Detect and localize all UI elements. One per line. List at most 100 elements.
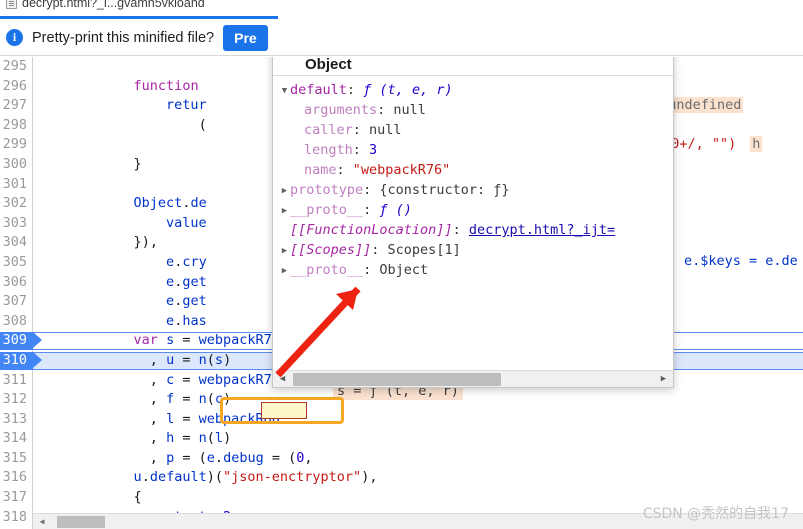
property-key: length xyxy=(304,142,353,158)
line-number[interactable]: 307 xyxy=(0,292,31,312)
line-text: , h = n(l) xyxy=(149,430,232,447)
line-number[interactable]: 310 xyxy=(0,351,31,371)
property-separator: : xyxy=(377,102,394,118)
property-separator: : xyxy=(452,222,469,238)
property-value: 3 xyxy=(369,142,378,158)
line-number[interactable]: 296 xyxy=(0,77,31,97)
property-key: [[Scopes]] xyxy=(290,242,372,258)
pretty-print-message: Pretty-print this minified file? xyxy=(32,29,215,46)
code-line[interactable]: 316 u.default)("json-enctryptor"), xyxy=(0,468,803,488)
line-number[interactable]: 298 xyxy=(0,116,31,136)
property-value: ƒ (t, e, r) xyxy=(363,82,453,98)
code-line[interactable]: 314 , h = n(l) xyxy=(0,429,803,449)
property-key: __proto__ xyxy=(290,262,364,278)
popover-properties[interactable]: default: ƒ (t, e, r)arguments: nullcalle… xyxy=(273,76,673,280)
line-number[interactable]: 314 xyxy=(0,429,31,449)
line-number[interactable]: 309 xyxy=(0,331,31,351)
line-number[interactable]: 315 xyxy=(0,449,31,469)
property-value: {constructor: ƒ} xyxy=(379,182,510,198)
line-number[interactable]: 303 xyxy=(0,214,31,234)
editor-scrollbar-thumb[interactable] xyxy=(57,516,105,528)
chevron-down-icon[interactable] xyxy=(279,81,290,101)
line-text: e.get xyxy=(166,293,207,310)
line-number[interactable]: 313 xyxy=(0,410,31,430)
scrollbar-thumb[interactable] xyxy=(293,373,501,386)
property-value: Scopes[1] xyxy=(387,242,461,258)
line-text: e.has xyxy=(166,312,207,329)
line-number[interactable]: 318 xyxy=(0,508,31,528)
line-text: function xyxy=(133,77,199,94)
line-number[interactable]: 306 xyxy=(0,273,31,293)
line-number[interactable]: 305 xyxy=(0,253,31,273)
info-icon: i xyxy=(6,29,23,46)
line-text: { xyxy=(133,489,142,506)
chevron-right-icon[interactable] xyxy=(279,261,290,281)
page-icon xyxy=(6,0,17,9)
property-separator: : xyxy=(371,242,388,258)
property-key: caller xyxy=(304,122,353,138)
property-value[interactable]: decrypt.html?_ijt= xyxy=(469,222,615,238)
code-line[interactable]: 313 , l = webpackR80 xyxy=(0,410,803,430)
watermark: CSDN @秃然的自我17 xyxy=(642,506,789,522)
tab-strip: decrypt.html?_i...gvamh5vkloand xyxy=(0,0,803,20)
property-separator: : xyxy=(352,142,370,158)
inspector-property-row[interactable]: default: ƒ (t, e, r) xyxy=(279,80,673,100)
scroll-left-arrow-icon[interactable]: ◀ xyxy=(274,371,291,387)
inspector-property-row[interactable]: caller: null xyxy=(279,120,673,140)
pretty-print-button[interactable]: Pre xyxy=(223,24,268,51)
browser-tab[interactable]: decrypt.html?_i...gvamh5vkloand xyxy=(0,0,213,13)
line-number[interactable]: 316 xyxy=(0,468,31,488)
inspector-property-row[interactable]: [[FunctionLocation]]: decrypt.html?_ijt= xyxy=(279,220,673,240)
editor-scroll-left-arrow-icon[interactable]: ◀ xyxy=(35,514,49,529)
line-number[interactable]: 302 xyxy=(0,194,31,214)
chevron-right-icon[interactable] xyxy=(279,241,290,261)
line-number[interactable]: 311 xyxy=(0,371,31,391)
property-key: arguments xyxy=(304,102,378,118)
line-number[interactable]: 317 xyxy=(0,488,31,508)
line-text: var s = webpackR78 xyxy=(133,332,280,349)
line-text: }), xyxy=(133,234,158,251)
line-text: e.get xyxy=(166,273,207,290)
popover-horizontal-scrollbar[interactable]: ◀ ▶ xyxy=(273,370,673,387)
line-text: retur xyxy=(166,97,207,114)
code-line[interactable]: 315 , p = (e.debug = (0, xyxy=(0,449,803,469)
scroll-right-arrow-icon[interactable]: ▶ xyxy=(655,371,672,387)
line-text: , c = webpackR79 xyxy=(149,371,280,388)
line-number[interactable]: 308 xyxy=(0,312,31,332)
property-value: Object xyxy=(379,262,429,278)
property-separator: : xyxy=(363,182,380,198)
property-value: ƒ () xyxy=(379,202,412,218)
chevron-right-icon[interactable] xyxy=(279,201,290,221)
inspector-property-row[interactable]: __proto__: ƒ () xyxy=(279,200,673,220)
line-text: u.default)("json-enctryptor"), xyxy=(133,469,378,486)
line-number[interactable]: 299 xyxy=(0,135,31,155)
line-number[interactable]: 300 xyxy=(0,155,31,175)
line-text: , f = n(c) xyxy=(149,391,232,408)
inspector-property-row[interactable]: prototype: {constructor: ƒ} xyxy=(279,180,673,200)
inspector-property-row[interactable]: __proto__: Object xyxy=(279,260,673,280)
tab-active-underline xyxy=(0,16,278,19)
property-separator: : xyxy=(336,162,353,178)
browser-devtools-screenshot: decrypt.html?_i...gvamh5vkloand i Pretty… xyxy=(0,0,803,529)
property-separator: : xyxy=(346,82,364,98)
line-number[interactable]: 297 xyxy=(0,96,31,116)
line-number[interactable]: 295 xyxy=(0,57,31,77)
object-inspector-popover[interactable]: Object default: ƒ (t, e, r)arguments: nu… xyxy=(272,57,674,388)
line-number[interactable]: 301 xyxy=(0,175,31,195)
source-code-editor[interactable]: = undefined /^0+/, "") h e.$keys = e.de 2… xyxy=(0,57,803,529)
property-value: null xyxy=(393,102,426,118)
line-text: } xyxy=(133,155,142,172)
line-text: , l = webpackR80 xyxy=(149,410,280,427)
property-key: name xyxy=(304,162,337,178)
inspector-property-row[interactable]: length: 3 xyxy=(279,140,673,160)
inspector-property-row[interactable]: arguments: null xyxy=(279,100,673,120)
inspector-property-row[interactable]: [[Scopes]]: Scopes[1] xyxy=(279,240,673,260)
pretty-print-infobar: i Pretty-print this minified file? Pre xyxy=(0,20,803,56)
line-number[interactable]: 312 xyxy=(0,390,31,410)
line-number[interactable]: 304 xyxy=(0,233,31,253)
property-separator: : xyxy=(363,262,380,278)
chevron-right-icon[interactable] xyxy=(279,181,290,201)
inspector-property-row[interactable]: name: "webpackR76" xyxy=(279,160,673,180)
property-key: [[FunctionLocation]] xyxy=(290,222,453,238)
property-separator: : xyxy=(363,202,380,218)
